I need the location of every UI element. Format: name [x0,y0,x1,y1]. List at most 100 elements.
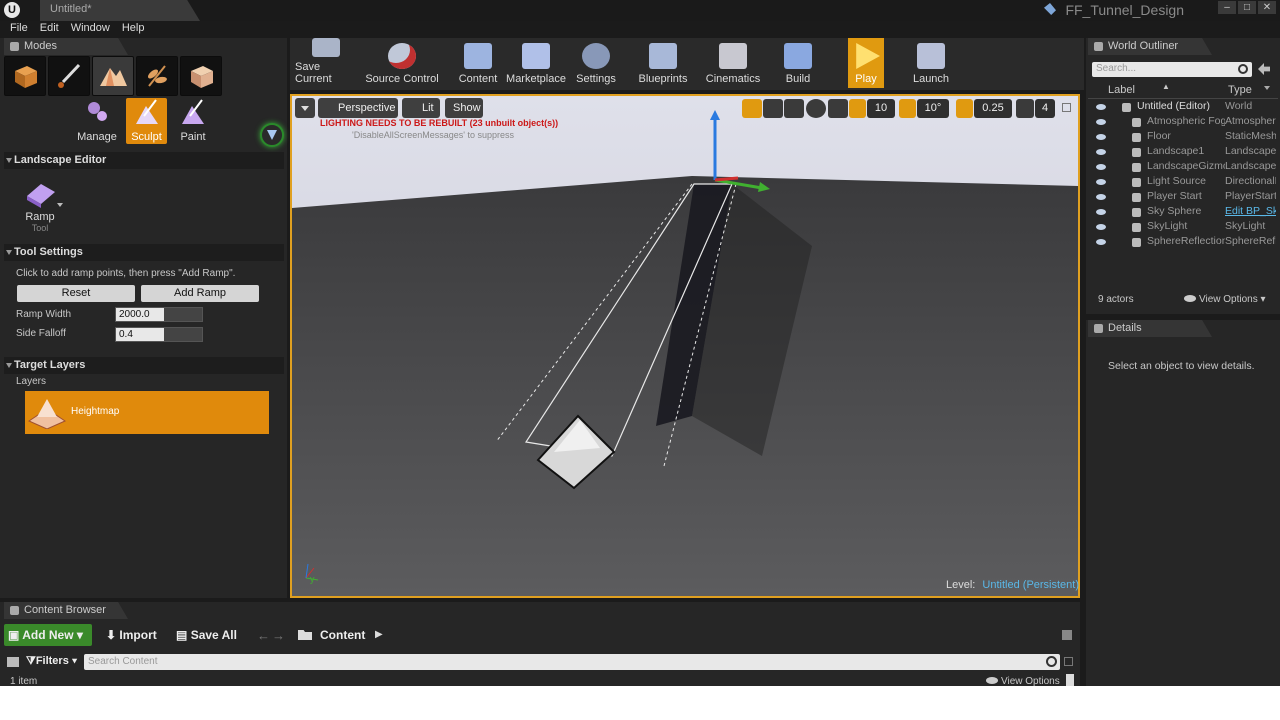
grid-snap-value[interactable]: 10 [867,99,895,118]
perspective-button[interactable]: Perspective [318,98,398,118]
visibility-eye-icon[interactable] [1096,164,1106,170]
build-button[interactable]: Build [783,38,813,88]
side-falloff-field[interactable]: 0.4 [115,327,203,342]
visibility-eye-icon[interactable] [1096,194,1106,200]
outliner-search-input[interactable]: Search... [1092,62,1252,77]
paint-mode-button[interactable] [48,56,90,96]
import-button[interactable]: ⬇ Import [106,624,166,646]
label-column[interactable]: Label [1108,84,1135,96]
back-arrow-icon[interactable]: ← [257,628,270,643]
filters-button[interactable]: ⧩Filters ▾ [26,655,77,668]
target-layers-header[interactable]: Target Layers [4,357,284,374]
outliner-row[interactable]: Landscape1 Landscape [1094,145,1276,160]
visibility-eye-icon[interactable] [1096,239,1106,245]
ramp-width-field[interactable]: 2000.0 [115,307,203,322]
type-column-dropdown-icon[interactable] [1264,86,1270,90]
marketplace-button[interactable]: Marketplace [505,38,567,88]
document-tab[interactable]: Untitled* [40,0,200,21]
tab-world-outliner[interactable]: World Outliner [1088,38,1212,55]
content-view-options[interactable]: View Options [986,676,1060,686]
outliner-row[interactable]: LandscapeGizmoLandscapeGizmo [1094,160,1276,175]
content-scrollbar[interactable] [1066,674,1074,686]
cinematics-button[interactable]: Cinematics [704,38,762,88]
menu-file[interactable]: File [4,21,34,38]
history-icon[interactable] [1064,657,1073,666]
lock-icon[interactable] [1062,630,1072,640]
blueprints-button[interactable]: Blueprints [636,38,690,88]
menu-window[interactable]: Window [65,21,116,38]
content-search-icon[interactable] [1046,656,1057,667]
outliner-row[interactable]: Sky Sphere Edit BP_Sky_Sphere [1094,205,1276,220]
manage-tab[interactable]: Manage [77,98,117,144]
sort-arrow-icon[interactable]: ▲ [1162,82,1170,91]
play-button[interactable]: Play [848,38,884,88]
outliner-row[interactable]: SphereReflectionCaptureSphereReflectionC… [1094,235,1276,250]
path-content[interactable]: Content [320,628,365,642]
place-mode-button[interactable] [4,56,46,96]
close-icon[interactable]: ✕ [1258,1,1276,14]
maximize-viewport-icon[interactable] [1062,103,1071,112]
content-button[interactable]: Content [456,38,500,88]
visibility-eye-icon[interactable] [1096,179,1106,185]
rotation-snap-value[interactable]: 10° [917,99,949,118]
save-all-button[interactable]: ▤ Save All [176,624,242,646]
launch-button[interactable]: Launch [908,38,954,88]
add-new-button[interactable]: ▣ Add New ▾ [4,624,92,646]
lit-button[interactable]: Lit [402,98,440,118]
content-search-input[interactable]: Search Content [84,654,1060,670]
camera-speed-value[interactable]: 4 [1035,99,1055,118]
outliner-row[interactable]: SkyLight SkyLight [1094,220,1276,235]
grid-snap-icon[interactable] [849,99,866,118]
save-current-button[interactable]: Save Current [295,38,357,88]
paint-tab[interactable]: Paint [173,98,213,144]
ramp-tool-button[interactable]: Ramp Tool [20,178,60,234]
camera-speed-icon[interactable] [1016,99,1034,118]
world-local-icon[interactable] [806,99,826,118]
outliner-row[interactable]: Atmospheric FogAtmosphericFog [1094,115,1276,130]
visibility-eye-icon[interactable] [1096,209,1106,215]
landscape-editor-header[interactable]: Landscape Editor [4,152,284,169]
tool-settings-header[interactable]: Tool Settings [4,244,284,261]
minimize-icon[interactable]: – [1218,1,1236,14]
visibility-eye-icon[interactable] [1096,149,1106,155]
geometry-mode-button[interactable] [180,56,222,96]
landscape-target-icon[interactable] [260,123,284,147]
ramp-tool-dropdown-icon[interactable] [57,203,63,207]
level-viewport[interactable]: y [290,94,1080,598]
visibility-eye-icon[interactable] [1096,104,1106,110]
forward-arrow-icon[interactable]: → [272,628,285,643]
tab-details[interactable]: Details [1088,320,1212,337]
reset-button[interactable]: Reset [17,285,135,302]
outliner-row[interactable]: Untitled (Editor) World [1094,100,1276,115]
scale-tool-icon[interactable] [784,99,804,118]
rotate-tool-icon[interactable] [763,99,783,118]
search-icon[interactable] [1238,64,1248,74]
tab-modes[interactable]: Modes [4,38,128,55]
heightmap-layer[interactable]: Heightmap [25,391,269,434]
tab-content-browser[interactable]: Content Browser [4,602,128,619]
visibility-eye-icon[interactable] [1096,119,1106,125]
foliage-mode-button[interactable] [136,56,178,96]
add-ramp-button[interactable]: Add Ramp [141,285,259,302]
menu-help[interactable]: Help [116,21,151,38]
source-control-button[interactable]: Source Control [364,38,440,88]
visibility-eye-icon[interactable] [1096,134,1106,140]
viewport-options-dropdown[interactable] [295,98,315,118]
outliner-row[interactable]: Floor StaticMeshActor [1094,130,1276,145]
path-chevron-icon[interactable]: ▶ [375,629,383,640]
outliner-row[interactable]: Light Source DirectionalLight [1094,175,1276,190]
outliner-row[interactable]: Player Start PlayerStart [1094,190,1276,205]
rotation-snap-icon[interactable] [899,99,916,118]
scale-snap-icon[interactable] [956,99,973,118]
maximize-icon[interactable]: □ [1238,1,1256,14]
type-column[interactable]: Type [1228,84,1252,96]
visibility-eye-icon[interactable] [1096,224,1106,230]
sources-toggle-icon[interactable] [7,657,19,667]
outliner-view-options[interactable]: View Options ▾ [1184,294,1266,305]
settings-button[interactable]: Settings [574,38,618,88]
translate-tool-icon[interactable] [742,99,762,118]
scale-snap-value[interactable]: 0.25 [974,99,1012,118]
surface-snap-icon[interactable] [828,99,848,118]
menu-edit[interactable]: Edit [34,21,65,38]
outliner-row-type[interactable]: Edit BP_Sky_Sphere [1225,205,1276,217]
